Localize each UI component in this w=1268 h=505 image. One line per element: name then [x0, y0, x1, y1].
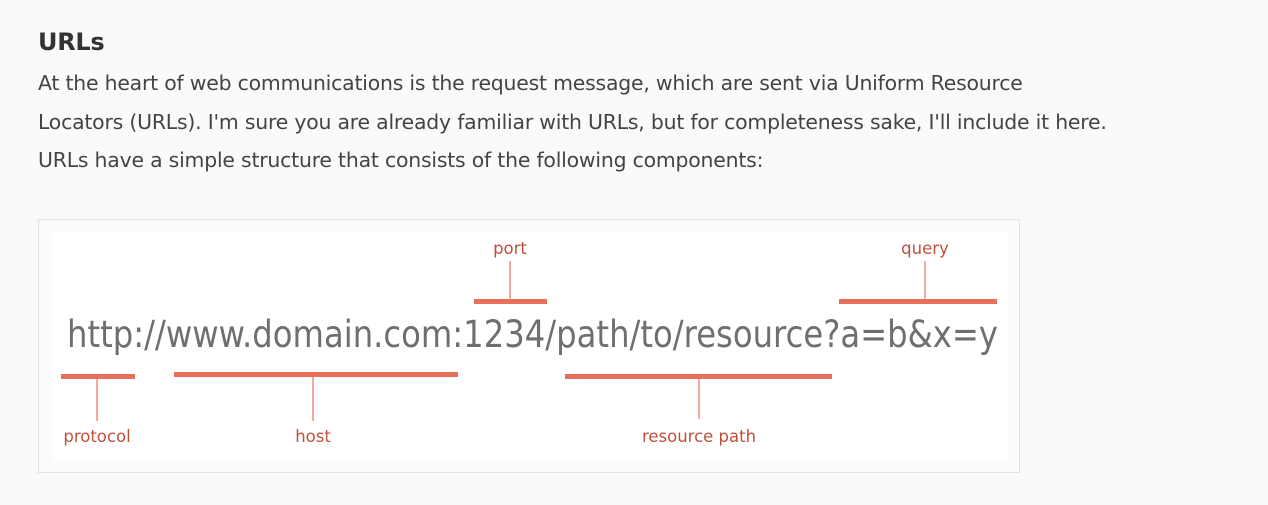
url-example: http://www.domain.com:1234/path/to/resou…: [67, 313, 998, 356]
protocol-label: protocol: [63, 427, 130, 446]
host-label: host: [295, 427, 331, 446]
host-bar: [174, 372, 458, 377]
query-label: query: [901, 239, 949, 258]
url-diagram-figure: port query http://www.domain.com:1234/pa…: [38, 219, 1020, 473]
section-title: URLs: [38, 28, 105, 56]
port-bar: [474, 299, 547, 304]
intro-line-3: URLs have a simple structure that consis…: [38, 148, 764, 172]
query-bar: [839, 299, 997, 304]
protocol-bar: [61, 374, 135, 379]
resource-path-label: resource path: [642, 427, 756, 446]
url-diagram-svg: port query http://www.domain.com:1234/pa…: [61, 239, 998, 446]
intro-paragraph: At the heart of web communications is th…: [38, 64, 1218, 180]
intro-line-1: At the heart of web communications is th…: [38, 71, 1023, 95]
intro-line-2: Locators (URLs). I'm sure you are alread…: [38, 109, 1107, 134]
port-label: port: [493, 239, 527, 258]
url-diagram: port query http://www.domain.com:1234/pa…: [53, 233, 1008, 460]
resource-path-bar: [565, 374, 832, 379]
